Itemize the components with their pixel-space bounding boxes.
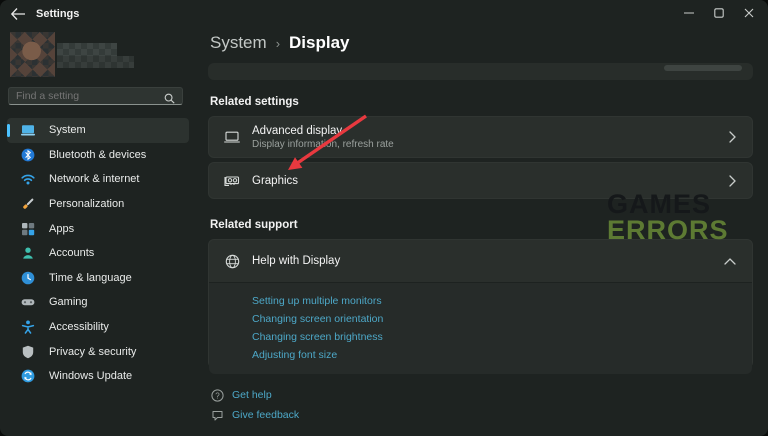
sidebar-item-label: Network & internet [49,173,139,185]
person-icon [20,245,36,261]
sidebar-item-accounts[interactable]: Accounts [7,241,189,266]
chevron-right-icon [729,131,736,143]
svg-text:?: ? [215,391,220,400]
sidebar-item-privacy[interactable]: Privacy & security [7,339,189,364]
get-help-label: Get help [232,389,272,401]
sidebar-item-personalization[interactable]: Personalization [7,192,189,217]
advanced-display-card[interactable]: Advanced display Display information, re… [208,116,753,158]
scrollbar-thumb[interactable] [664,65,742,71]
close-icon [744,8,754,18]
sidebar-item-label: Accessibility [49,321,109,333]
graphics-card[interactable]: Graphics [208,162,753,199]
search-box[interactable] [8,87,183,105]
breadcrumb-parent[interactable]: System [210,33,267,53]
sidebar-nav: System Bluetooth & devices Network & int… [0,118,196,389]
help-with-display-card: Help with Display Setting up multiple mo… [208,239,753,368]
get-help-link[interactable]: ? Get help [210,388,272,402]
paintbrush-icon [20,196,36,212]
minimize-icon [684,8,694,18]
sidebar-item-time-language[interactable]: Time & language [7,266,189,291]
settings-window: Settings [0,0,768,436]
help-link-multiple-monitors[interactable]: Setting up multiple monitors [252,292,752,310]
sidebar-item-bluetooth[interactable]: Bluetooth & devices [7,143,189,168]
sidebar-item-label: Personalization [49,198,124,210]
search-icon [164,91,175,109]
breadcrumb-separator: › [276,36,280,51]
card-title: Graphics [252,175,298,187]
sidebar-item-accessibility[interactable]: Accessibility [7,315,189,340]
window-title: Settings [36,8,79,20]
titlebar: Settings [0,0,768,30]
card-title: Advanced display [252,125,394,137]
sidebar-item-label: Accounts [49,247,94,259]
minimize-button[interactable] [674,0,704,26]
back-arrow-icon [10,7,26,21]
question-icon: ? [210,388,224,402]
help-link-screen-orientation[interactable]: Changing screen orientation [252,310,752,328]
selection-indicator [7,124,10,137]
page-title: Display [289,33,349,53]
give-feedback-link[interactable]: Give feedback [210,408,299,422]
sidebar-item-label: Privacy & security [49,346,136,358]
related-settings-heading: Related settings [210,96,299,108]
sidebar-item-label: Bluetooth & devices [49,149,146,161]
sidebar-item-gaming[interactable]: Gaming [7,290,189,315]
sidebar-item-apps[interactable]: Apps [7,216,189,241]
sidebar-item-label: Windows Update [49,370,132,382]
sidebar-item-label: Apps [49,223,74,235]
game-controller-icon [20,294,36,310]
clock-icon [20,270,36,286]
help-expander-header[interactable]: Help with Display [209,240,752,282]
search-input[interactable] [16,89,161,103]
sidebar-item-windows-update[interactable]: Windows Update [7,364,189,389]
help-links-panel: Setting up multiple monitors Changing sc… [209,282,752,374]
breadcrumb: System › Display [210,33,350,53]
help-card-title: Help with Display [252,255,340,267]
chevron-right-icon [729,175,736,187]
globe-icon [222,251,242,271]
chevron-up-icon[interactable] [724,258,736,265]
scrolled-card-fragment[interactable] [208,63,753,80]
sidebar-item-system[interactable]: System [7,118,189,143]
bluetooth-icon [20,147,36,163]
sidebar-item-label: Time & language [49,272,132,284]
give-feedback-label: Give feedback [232,409,299,421]
gpu-icon [222,171,242,191]
system-icon [20,122,36,138]
close-button[interactable] [734,0,764,26]
sidebar: System Bluetooth & devices Network & int… [0,30,196,436]
username-redacted [57,43,117,56]
maximize-icon [714,8,724,18]
related-support-heading: Related support [210,219,298,231]
sidebar-item-label: Gaming [49,296,88,308]
help-link-screen-brightness[interactable]: Changing screen brightness [252,328,752,346]
update-refresh-icon [20,368,36,384]
email-redacted [57,56,134,68]
maximize-button[interactable] [704,0,734,26]
sidebar-item-label: System [49,124,86,136]
avatar [10,32,55,77]
shield-icon [20,344,36,360]
feedback-icon [210,408,224,422]
monitor-icon [222,127,242,147]
card-subtitle: Display information, refresh rate [252,139,394,150]
apps-icon [20,221,36,237]
sidebar-item-network[interactable]: Network & internet [7,167,189,192]
wifi-icon [20,171,36,187]
accessibility-person-icon [20,319,36,335]
back-button[interactable] [10,7,32,23]
help-link-font-size[interactable]: Adjusting font size [252,346,752,364]
